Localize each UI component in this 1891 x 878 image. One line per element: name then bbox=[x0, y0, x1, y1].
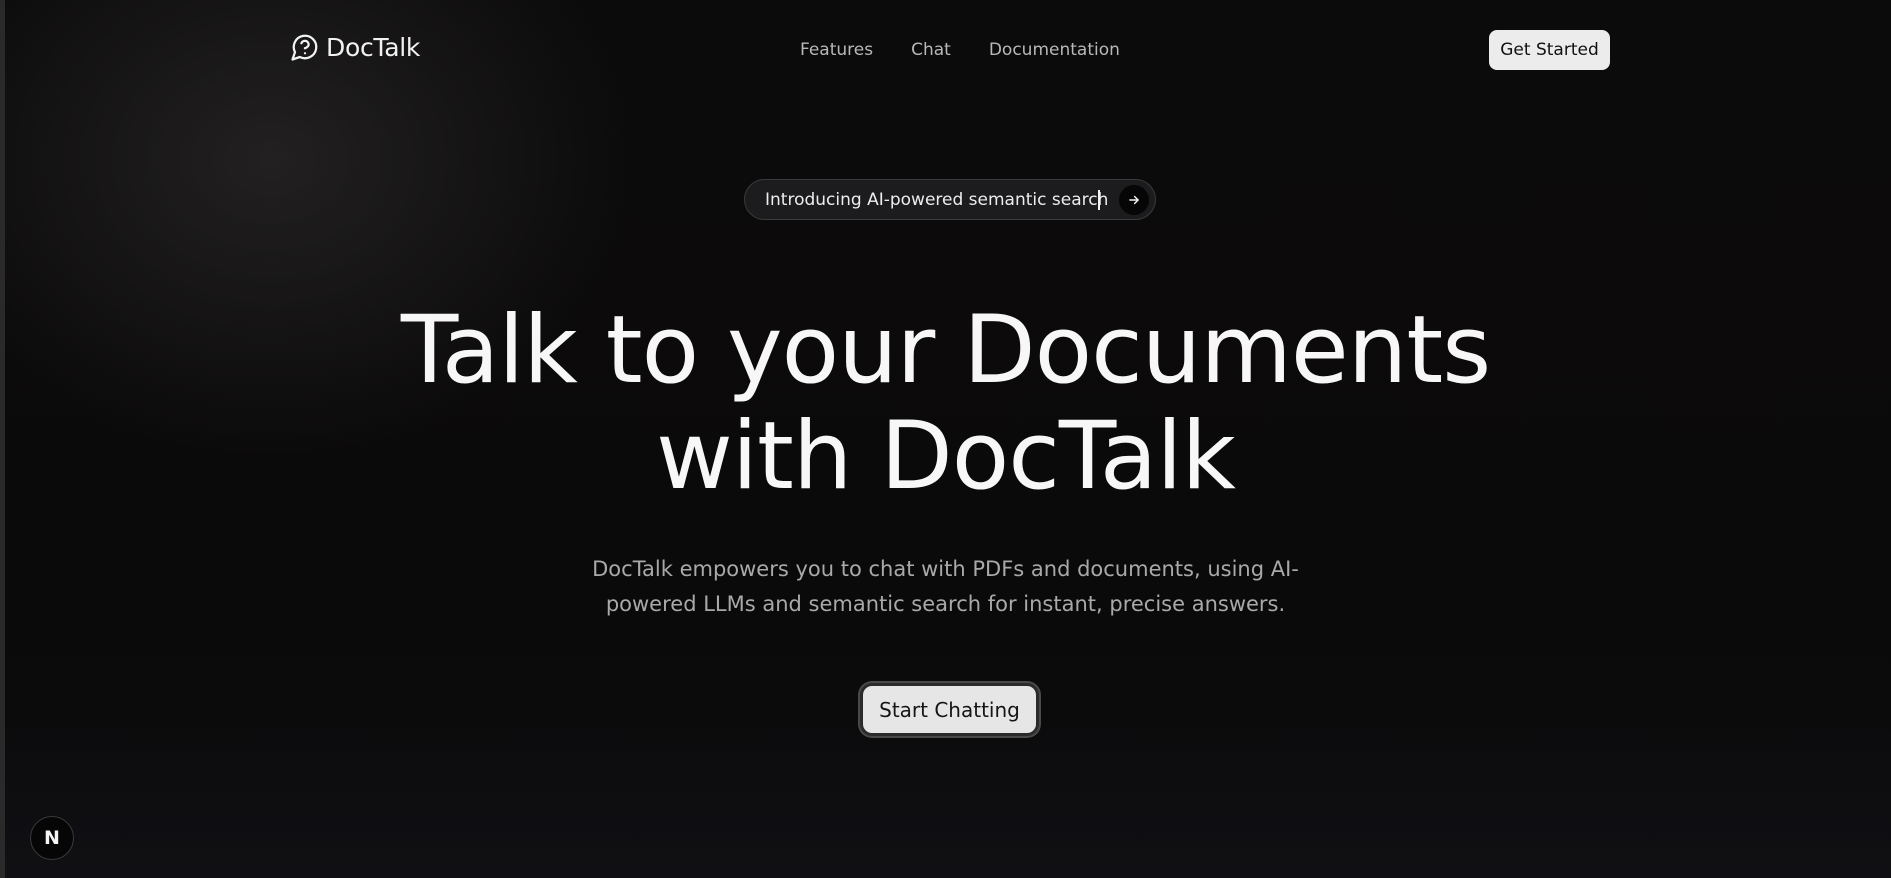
main-nav: Features Chat Documentation bbox=[800, 40, 1120, 60]
hero-title: Talk to your Documents with DocTalk bbox=[0, 298, 1891, 510]
brand-logo[interactable]: DocTalk bbox=[290, 32, 420, 62]
brand-name: DocTalk bbox=[326, 32, 421, 62]
nav-link-chat[interactable]: Chat bbox=[911, 40, 951, 60]
nav-link-features[interactable]: Features bbox=[800, 40, 873, 60]
get-started-button[interactable]: Get Started bbox=[1489, 30, 1610, 70]
hero-title-line-1: Talk to your Documents bbox=[400, 296, 1491, 405]
announcement-text: Introducing AI-powered semantic search bbox=[765, 189, 1109, 210]
background-band bbox=[5, 735, 1891, 878]
hero-subtitle: DocTalk empowers you to chat with PDFs a… bbox=[592, 557, 1299, 616]
text-cursor bbox=[1098, 190, 1100, 210]
landing-page: DocTalk Features Chat Documentation Get … bbox=[0, 0, 1891, 878]
nextjs-dev-badge[interactable]: N bbox=[30, 816, 74, 860]
start-chatting-button[interactable]: Start Chatting bbox=[860, 683, 1039, 736]
announcement-pill[interactable]: Introducing AI-powered semantic search bbox=[744, 179, 1156, 220]
hero-title-line-2: with DocTalk bbox=[656, 402, 1236, 511]
announcement-arrow-button[interactable] bbox=[1119, 185, 1149, 215]
chat-question-icon bbox=[291, 34, 318, 61]
nav-link-documentation[interactable]: Documentation bbox=[989, 40, 1120, 60]
arrow-right-icon bbox=[1129, 195, 1139, 205]
